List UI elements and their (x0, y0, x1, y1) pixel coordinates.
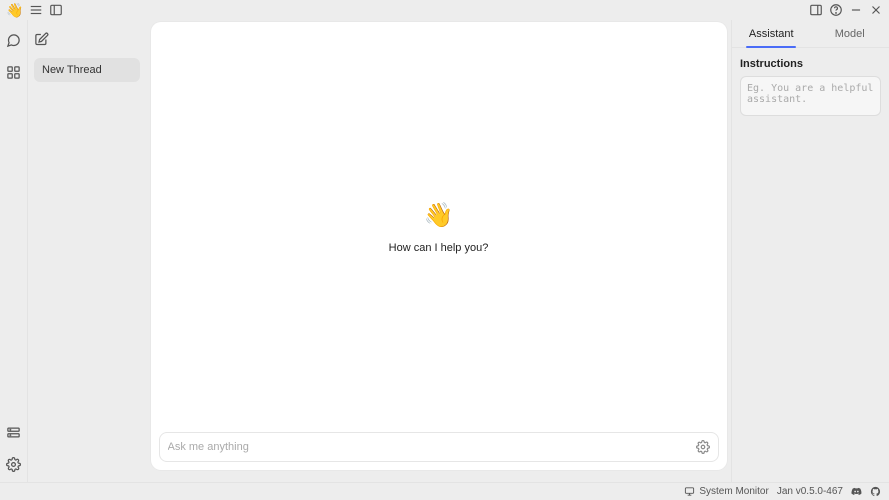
settings-icon[interactable] (6, 456, 22, 472)
minimize-icon[interactable] (849, 3, 863, 17)
system-monitor-button[interactable]: System Monitor (684, 486, 768, 497)
chat-card: 👋 How can I help you? (151, 22, 727, 470)
tab-model-label: Model (835, 28, 865, 40)
local-server-icon[interactable] (6, 424, 22, 440)
left-rail (0, 20, 28, 482)
threads-panel: New Thread (28, 20, 146, 482)
instructions-textarea[interactable] (740, 76, 881, 116)
close-icon[interactable] (869, 3, 883, 17)
panel-left-toggle-icon[interactable] (49, 3, 63, 17)
wave-emoji: 👋 (424, 201, 454, 230)
input-settings-icon[interactable] (696, 440, 710, 454)
chat-input[interactable] (168, 441, 690, 453)
github-icon[interactable] (870, 486, 881, 497)
version-label: Jan v0.5.0-467 (777, 486, 843, 497)
thread-item-label: New Thread (42, 64, 102, 76)
tab-assistant[interactable]: Assistant (732, 20, 811, 47)
help-icon[interactable] (829, 3, 843, 17)
system-monitor-label: System Monitor (699, 486, 768, 497)
app-logo: 👋 (6, 3, 23, 17)
new-thread-icon[interactable] (34, 32, 50, 48)
hub-icon[interactable] (6, 64, 22, 80)
panel-right-toggle-icon[interactable] (809, 3, 823, 17)
chat-icon[interactable] (6, 32, 22, 48)
thread-item[interactable]: New Thread (34, 58, 140, 82)
statusbar: System Monitor Jan v0.5.0-467 (0, 482, 889, 500)
greeting-text: How can I help you? (389, 242, 489, 254)
right-panel: Assistant Model Instructions (731, 20, 889, 482)
titlebar: 👋 (0, 0, 889, 20)
main-area: 👋 How can I help you? (146, 20, 731, 482)
chat-input-bar (159, 432, 719, 462)
menu-icon[interactable] (29, 3, 43, 17)
tab-model[interactable]: Model (811, 20, 889, 47)
discord-icon[interactable] (851, 486, 862, 497)
tab-assistant-label: Assistant (749, 28, 794, 40)
instructions-heading: Instructions (740, 58, 881, 70)
right-panel-tabs: Assistant Model (732, 20, 889, 48)
